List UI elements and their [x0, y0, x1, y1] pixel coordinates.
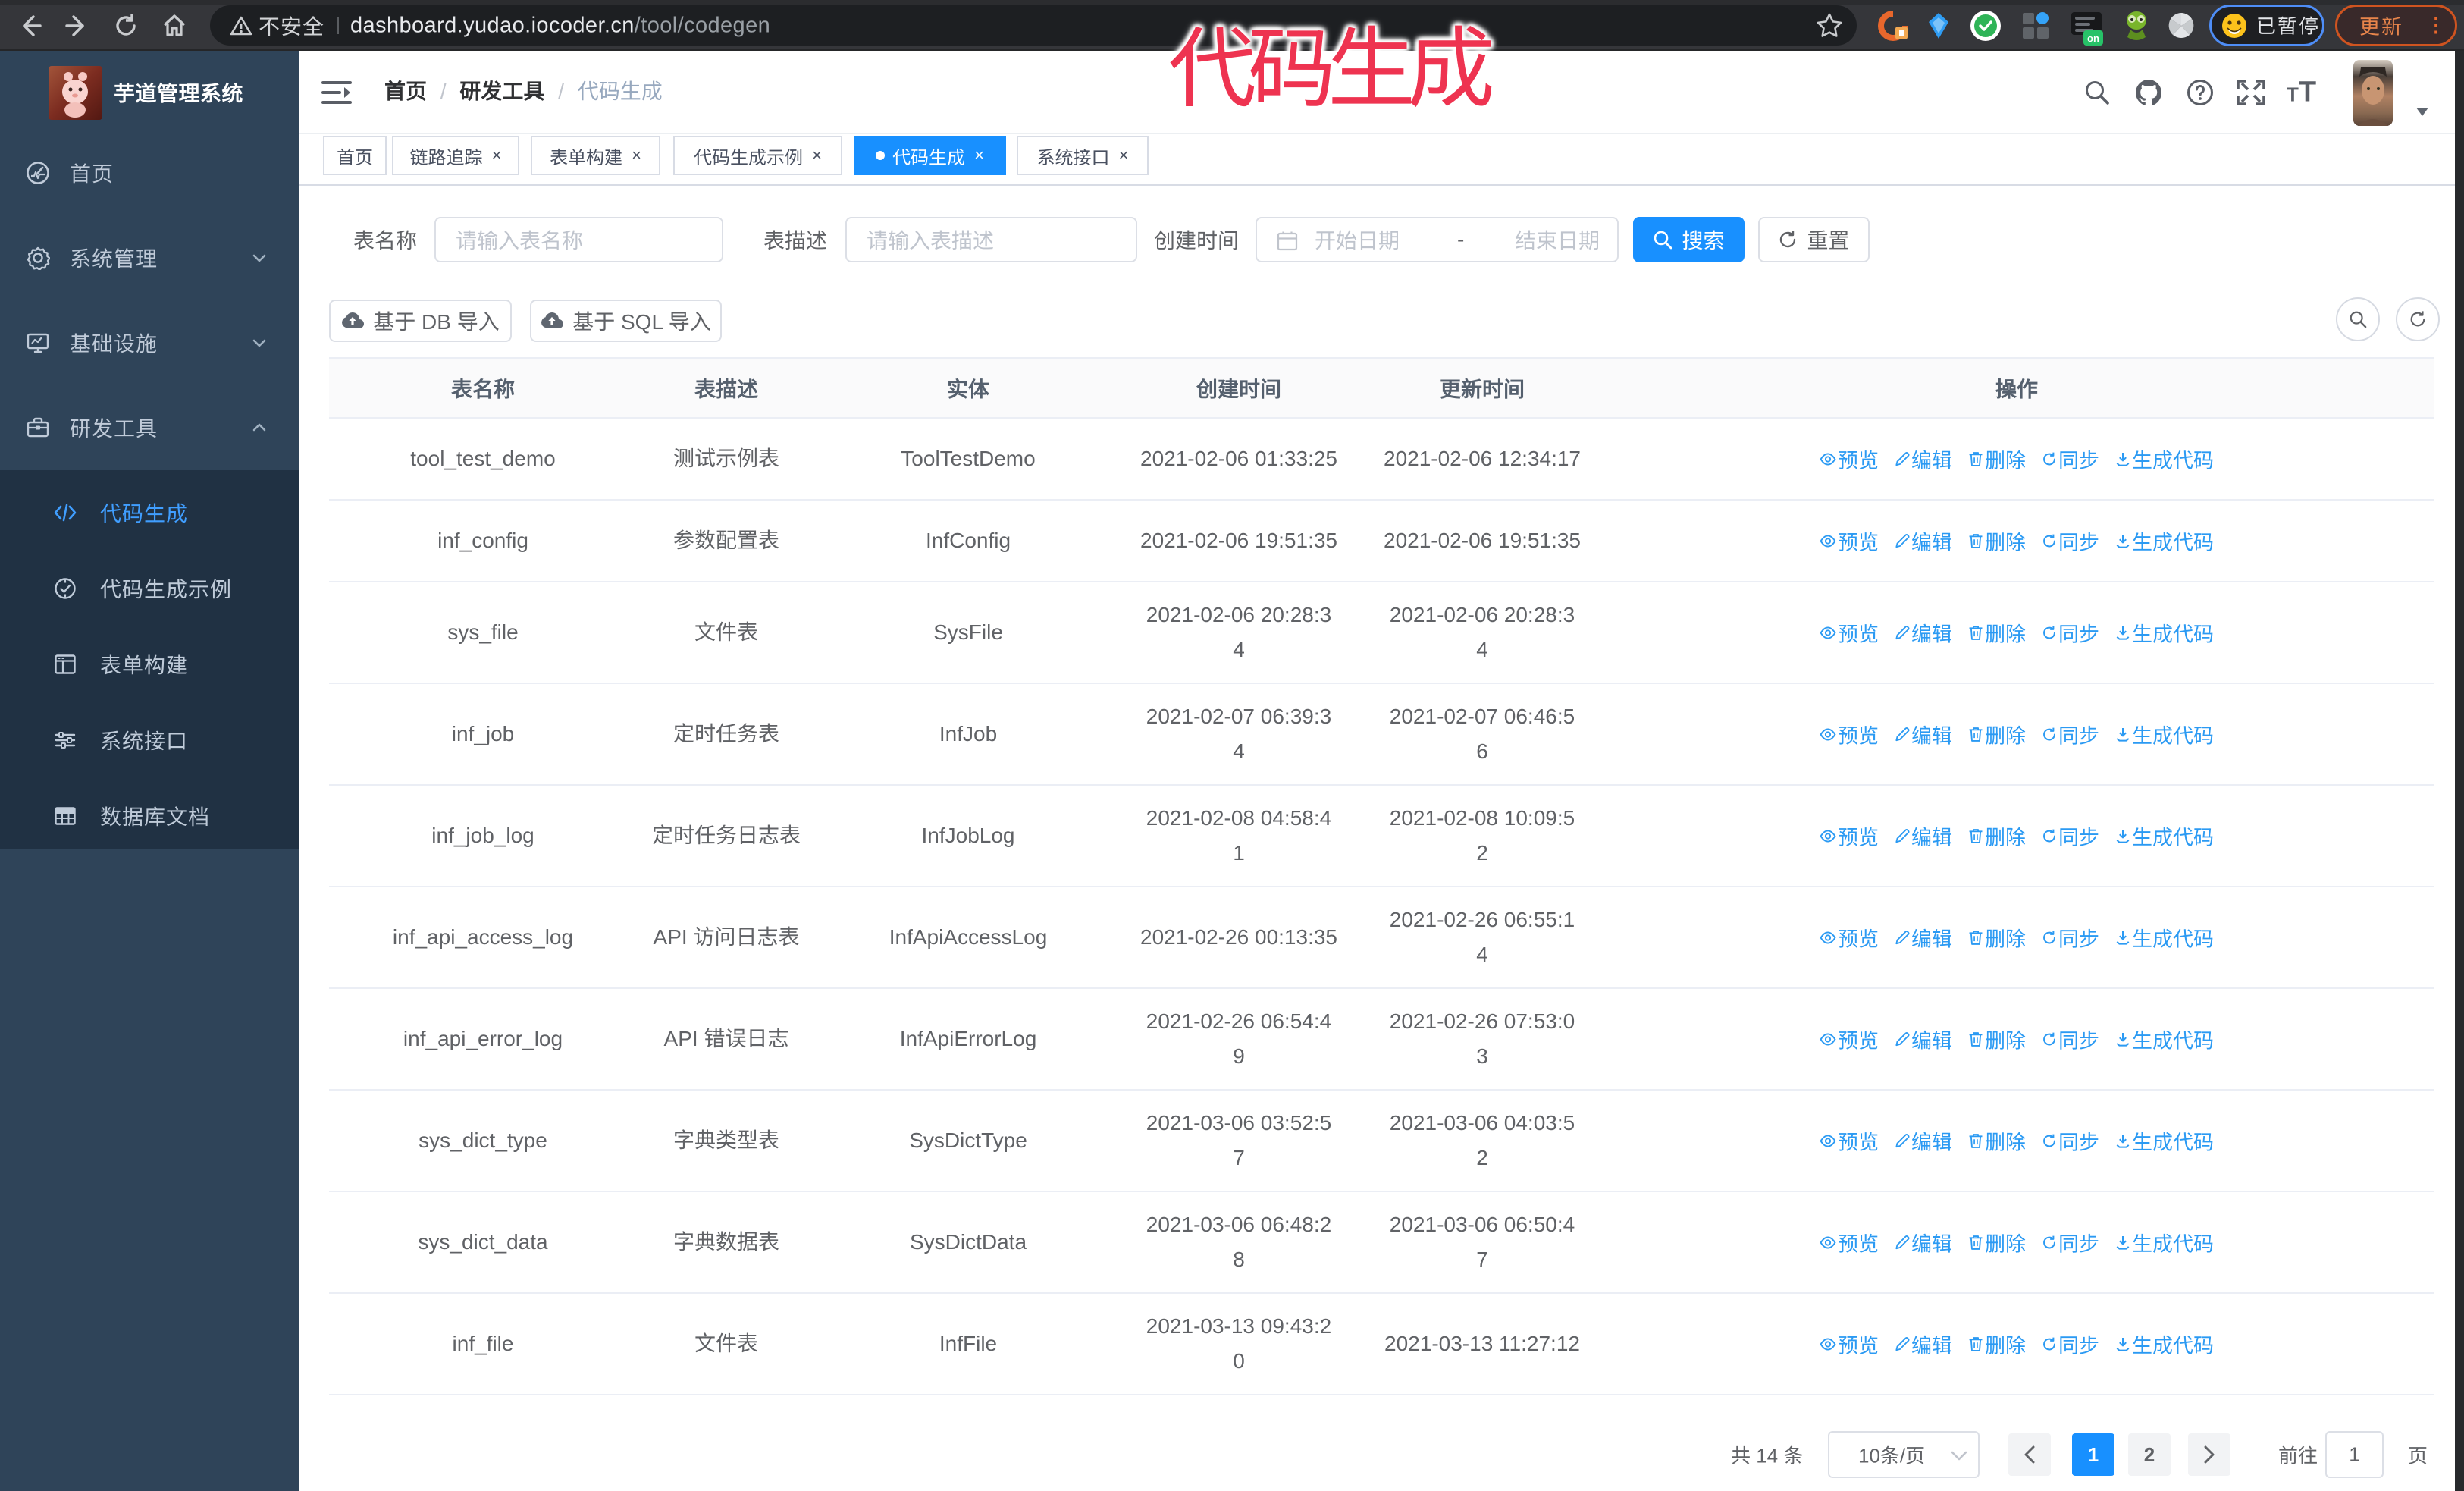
- svg-text:on: on: [2087, 33, 2099, 44]
